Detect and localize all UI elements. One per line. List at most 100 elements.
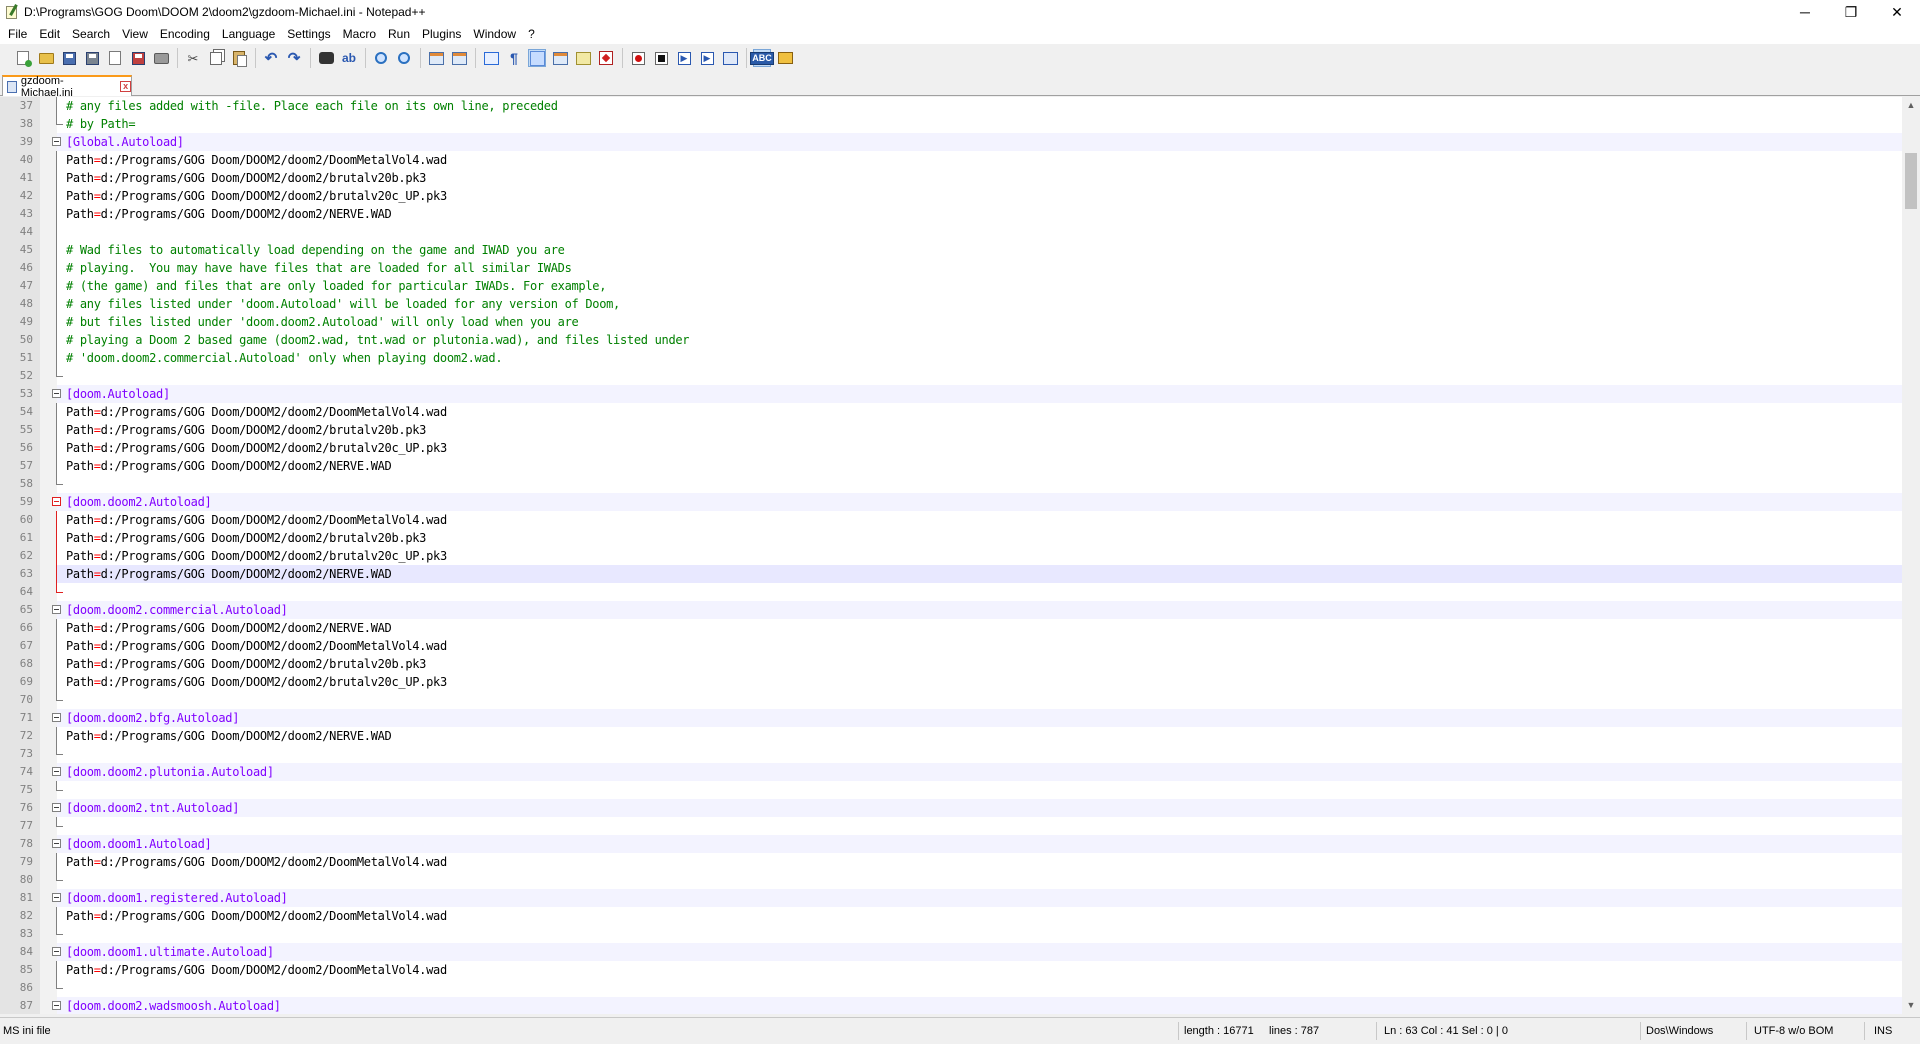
code-line[interactable]: 47 # (the game) and files that are only l… xyxy=(0,277,1902,295)
line-text[interactable]: Path=d:/Programs/GOG Doom/DOOM2/doom2/br… xyxy=(66,439,447,457)
code-line[interactable]: 52 xyxy=(0,367,1902,385)
fold-toggle-icon[interactable] xyxy=(52,713,61,722)
line-number[interactable]: 69 xyxy=(0,673,40,691)
section-header-line[interactable]: 81 [doom.doom1.registered.Autoload] xyxy=(0,889,1902,907)
menu-language[interactable]: Language xyxy=(216,24,281,44)
line-number[interactable]: 40 xyxy=(0,151,40,169)
fold-toggle-icon[interactable] xyxy=(52,947,61,956)
line-number[interactable]: 55 xyxy=(0,421,40,439)
line-number[interactable]: 41 xyxy=(0,169,40,187)
code-line[interactable]: 46 # playing. You may have have files tha… xyxy=(0,259,1902,277)
line-text[interactable]: [doom.doom2.wadsmoosh.Autoload] xyxy=(66,997,281,1014)
code-line[interactable]: 83 xyxy=(0,925,1902,943)
line-text[interactable]: Path=d:/Programs/GOG Doom/DOOM2/doom2/Do… xyxy=(66,403,447,421)
fold-toggle-icon[interactable] xyxy=(52,1001,61,1010)
line-text[interactable]: [doom.doom1.Autoload] xyxy=(66,835,212,853)
code-line[interactable]: 40 Path=d:/Programs/GOG Doom/DOOM2/doom2/… xyxy=(0,151,1902,169)
menu-encoding[interactable]: Encoding xyxy=(154,24,216,44)
code-line[interactable]: 70 xyxy=(0,691,1902,709)
code-line[interactable]: 62 Path=d:/Programs/GOG Doom/DOOM2/doom2/… xyxy=(0,547,1902,565)
code-line[interactable]: 50 # playing a Doom 2 based game (doom2.w… xyxy=(0,331,1902,349)
line-number[interactable]: 38 xyxy=(0,115,40,133)
close-all-icon[interactable] xyxy=(129,49,147,67)
tab-close-icon[interactable]: x xyxy=(120,81,131,92)
code-line[interactable]: 69 Path=d:/Programs/GOG Doom/DOOM2/doom2/… xyxy=(0,673,1902,691)
code-line[interactable]: 67 Path=d:/Programs/GOG Doom/DOOM2/doom2/… xyxy=(0,637,1902,655)
line-number[interactable]: 66 xyxy=(0,619,40,637)
line-number[interactable]: 67 xyxy=(0,637,40,655)
line-number[interactable]: 37 xyxy=(0,97,40,115)
line-number[interactable]: 80 xyxy=(0,871,40,889)
spell-check-settings-icon[interactable] xyxy=(776,49,794,67)
zoom-in-icon[interactable] xyxy=(372,49,390,67)
folder-as-workspace-icon[interactable] xyxy=(597,49,615,67)
line-number[interactable]: 59 xyxy=(0,493,40,511)
line-number[interactable]: 39 xyxy=(0,133,40,151)
code-line[interactable]: 64 xyxy=(0,583,1902,601)
code-line[interactable]: 86 xyxy=(0,979,1902,997)
close-button[interactable]: ✕ xyxy=(1874,0,1920,24)
code-line[interactable]: 41 Path=d:/Programs/GOG Doom/DOOM2/doom2/… xyxy=(0,169,1902,187)
line-text[interactable]: # by Path= xyxy=(66,115,136,133)
line-text[interactable]: # any files listed under 'doom.Autoload'… xyxy=(66,295,620,313)
line-number[interactable]: 56 xyxy=(0,439,40,457)
line-number[interactable]: 57 xyxy=(0,457,40,475)
status-eol[interactable]: Dos\Windows xyxy=(1646,1018,1713,1044)
save-all-icon[interactable] xyxy=(83,49,101,67)
line-text[interactable]: Path=d:/Programs/GOG Doom/DOOM2/doom2/NE… xyxy=(66,205,392,223)
line-number[interactable]: 77 xyxy=(0,817,40,835)
line-text[interactable]: Path=d:/Programs/GOG Doom/DOOM2/doom2/NE… xyxy=(66,457,392,475)
line-number[interactable]: 49 xyxy=(0,313,40,331)
scrollbar-thumb[interactable] xyxy=(1905,153,1917,209)
open-file-icon[interactable] xyxy=(37,49,55,67)
line-number[interactable]: 47 xyxy=(0,277,40,295)
code-line[interactable]: 79 Path=d:/Programs/GOG Doom/DOOM2/doom2/… xyxy=(0,853,1902,871)
line-text[interactable]: Path=d:/Programs/GOG Doom/DOOM2/doom2/br… xyxy=(66,169,426,187)
fold-toggle-icon[interactable] xyxy=(52,137,61,146)
line-number[interactable]: 79 xyxy=(0,853,40,871)
code-line[interactable]: 58 xyxy=(0,475,1902,493)
show-all-characters-icon[interactable]: ¶ xyxy=(505,49,523,67)
line-text[interactable]: Path=d:/Programs/GOG Doom/DOOM2/doom2/Do… xyxy=(66,961,447,979)
line-number[interactable]: 54 xyxy=(0,403,40,421)
line-number[interactable]: 71 xyxy=(0,709,40,727)
line-text[interactable]: # playing. You may have have files that … xyxy=(66,259,572,277)
code-line[interactable]: 82 Path=d:/Programs/GOG Doom/DOOM2/doom2/… xyxy=(0,907,1902,925)
code-line[interactable]: 43 Path=d:/Programs/GOG Doom/DOOM2/doom2/… xyxy=(0,205,1902,223)
new-file-icon[interactable] xyxy=(14,49,32,67)
line-text[interactable]: [doom.doom2.plutonia.Autoload] xyxy=(66,763,274,781)
section-header-line[interactable]: 71 [doom.doom2.bfg.Autoload] xyxy=(0,709,1902,727)
line-number[interactable]: 53 xyxy=(0,385,40,403)
status-encoding[interactable]: UTF-8 w/o BOM xyxy=(1754,1018,1833,1044)
line-number[interactable]: 78 xyxy=(0,835,40,853)
undo-icon[interactable]: ↶ xyxy=(262,49,280,67)
line-text[interactable]: [Global.Autoload] xyxy=(66,133,184,151)
close-file-icon[interactable] xyxy=(106,49,124,67)
indent-guide-icon[interactable] xyxy=(528,49,546,67)
copy-icon[interactable] xyxy=(207,49,225,67)
line-text[interactable]: # Wad files to automatically load depend… xyxy=(66,241,565,259)
line-text[interactable]: [doom.doom2.bfg.Autoload] xyxy=(66,709,239,727)
save-macro-icon[interactable] xyxy=(721,49,739,67)
line-number[interactable]: 58 xyxy=(0,475,40,493)
line-number[interactable]: 51 xyxy=(0,349,40,367)
stop-recording-icon[interactable] xyxy=(652,49,670,67)
word-wrap-icon[interactable] xyxy=(482,49,500,67)
menu-file[interactable]: File xyxy=(2,24,33,44)
menu-window[interactable]: Window xyxy=(467,24,522,44)
code-line[interactable]: 45 # Wad files to automatically load depe… xyxy=(0,241,1902,259)
code-line[interactable]: 54 Path=d:/Programs/GOG Doom/DOOM2/doom2/… xyxy=(0,403,1902,421)
scroll-down-arrow-icon[interactable]: ▼ xyxy=(1902,997,1920,1014)
line-text[interactable]: Path=d:/Programs/GOG Doom/DOOM2/doom2/br… xyxy=(66,673,447,691)
text-editor[interactable]: 37 # any files added with -file. Place ea… xyxy=(0,97,1902,1014)
line-text[interactable]: Path=d:/Programs/GOG Doom/DOOM2/doom2/br… xyxy=(66,529,426,547)
line-number[interactable]: 63 xyxy=(0,565,40,583)
line-text[interactable]: [doom.doom2.Autoload] xyxy=(66,493,212,511)
minimize-button[interactable]: ─ xyxy=(1782,0,1828,24)
section-header-line[interactable]: 74 [doom.doom2.plutonia.Autoload] xyxy=(0,763,1902,781)
line-number[interactable]: 65 xyxy=(0,601,40,619)
section-header-line[interactable]: 78 [doom.doom1.Autoload] xyxy=(0,835,1902,853)
redo-icon[interactable]: ↷ xyxy=(285,49,303,67)
line-number[interactable]: 83 xyxy=(0,925,40,943)
line-text[interactable]: Path=d:/Programs/GOG Doom/DOOM2/doom2/NE… xyxy=(66,619,392,637)
